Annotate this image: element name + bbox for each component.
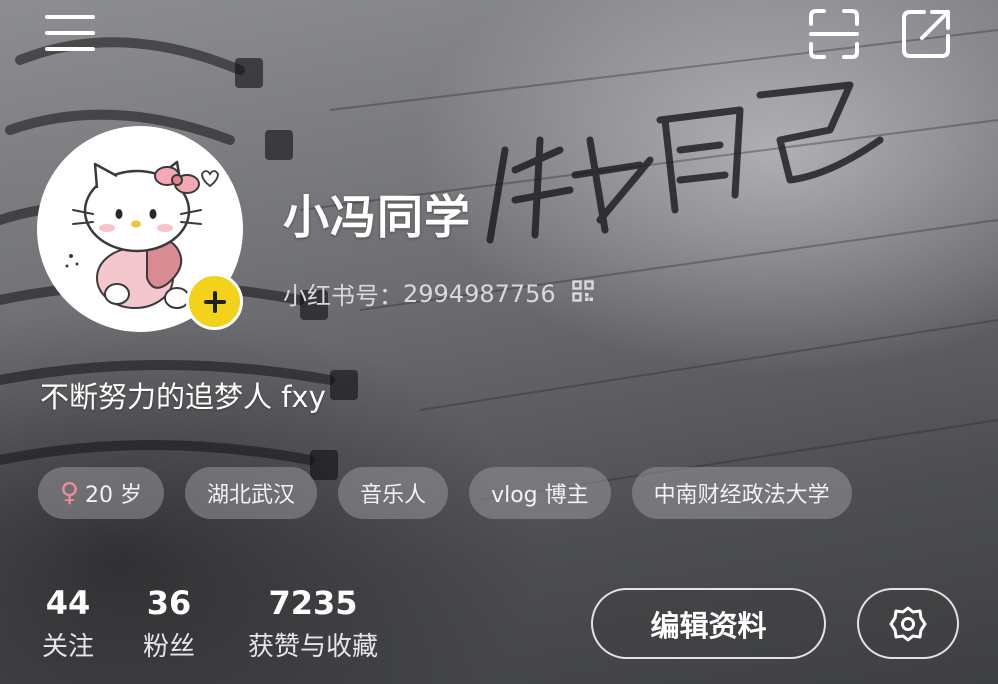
- stat-followers[interactable]: 36 粉丝: [139, 583, 199, 665]
- female-icon: ♀: [60, 478, 80, 508]
- tag-musician: 音乐人: [338, 467, 449, 519]
- plus-icon: [203, 290, 226, 313]
- stat-following[interactable]: 44 关注: [38, 583, 98, 665]
- scan-icon[interactable]: [808, 8, 860, 60]
- tag-vlogger: vlog 博主: [469, 467, 611, 519]
- tag-university: 中南财经政法大学: [631, 467, 852, 519]
- tag-age-label: 20 岁: [85, 483, 143, 508]
- share-icon[interactable]: [900, 8, 952, 60]
- profile-tags: ♀ 20 岁 湖北武汉 音乐人 vlog 博主 中南财经政法大学: [38, 467, 852, 519]
- user-id-label: 小红书号：: [283, 282, 403, 310]
- qr-code-icon[interactable]: [572, 279, 594, 308]
- bio-text: 不断努力的追梦人 fxy: [40, 380, 326, 414]
- settings-button[interactable]: [857, 588, 959, 659]
- tag-age: ♀ 20 岁: [38, 467, 165, 519]
- followers-count: 36: [146, 584, 192, 622]
- following-count: 44: [45, 584, 91, 622]
- user-id-row: 小红书号： 2994987756: [283, 276, 594, 311]
- stat-likes-collections[interactable]: 7235 获赞与收藏: [240, 583, 386, 665]
- likes-count: 7235: [268, 584, 358, 622]
- tag-location: 湖北武汉: [185, 467, 318, 519]
- user-id-value: 2994987756: [403, 279, 556, 308]
- edit-profile-button[interactable]: 编辑资料: [591, 588, 826, 659]
- followers-label: 粉丝: [142, 632, 195, 662]
- add-avatar-button[interactable]: [186, 273, 243, 330]
- following-label: 关注: [41, 632, 94, 662]
- likes-label: 获赞与收藏: [247, 632, 378, 662]
- menu-icon[interactable]: [44, 14, 96, 52]
- profile-background: [0, 0, 998, 684]
- username: 小冯同学: [283, 190, 471, 244]
- gear-icon: [889, 606, 927, 641]
- notebook-background-image: [0, 29, 998, 501]
